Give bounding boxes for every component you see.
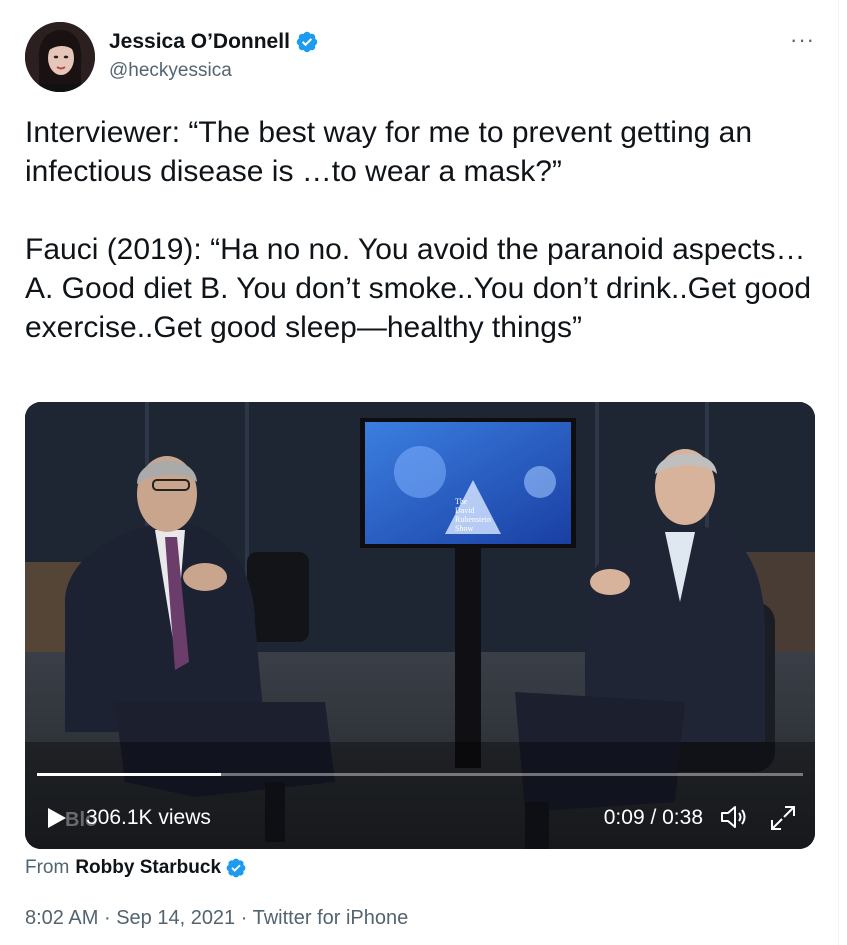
play-icon[interactable] <box>47 807 67 829</box>
video-progress-bar[interactable] <box>37 773 803 776</box>
tweet-metadata: 8:02 AM · Sep 14, 2021 · Twitter for iPh… <box>25 907 408 930</box>
tweet-date[interactable]: Sep 14, 2021 <box>116 907 235 929</box>
avatar[interactable] <box>25 22 95 92</box>
video-source: From Robby Starbuck <box>25 857 247 879</box>
volume-icon[interactable] <box>719 804 749 830</box>
tweet-text: Interviewer: “The best way for me to pre… <box>25 116 812 344</box>
video-frame: The David Rubenstein Show <box>25 402 815 849</box>
tweet-time[interactable]: 8:02 AM <box>25 907 98 929</box>
author-name[interactable]: Jessica O’Donnell <box>109 30 290 54</box>
verified-badge-icon <box>296 31 318 53</box>
author-row: Jessica O’Donnell <box>109 30 319 54</box>
meta-separator: · <box>103 907 111 929</box>
more-options-icon[interactable]: ··· <box>790 29 815 51</box>
source-name-link[interactable]: Robby Starbuck <box>75 857 221 879</box>
video-time: 0:09 / 0:38 <box>603 806 703 829</box>
svg-text:Show: Show <box>455 524 473 533</box>
svg-text:Rubenstein: Rubenstein <box>455 515 491 524</box>
video-player[interactable]: The David Rubenstein Show Blo 306.1K vie… <box>25 402 815 849</box>
meta-separator: · <box>240 907 248 929</box>
author-handle[interactable]: @heckyessica <box>109 60 232 82</box>
from-label: From <box>25 857 70 878</box>
verified-badge-icon <box>226 858 246 878</box>
view-count: 306.1K views <box>86 806 211 829</box>
svg-text:David: David <box>455 506 475 515</box>
video-progress-fill <box>37 773 221 776</box>
avatar-image <box>25 22 95 92</box>
fullscreen-icon[interactable] <box>769 804 797 832</box>
column-border <box>838 0 839 945</box>
svg-text:The: The <box>455 497 468 506</box>
tweet-client[interactable]: Twitter for iPhone <box>253 907 409 929</box>
